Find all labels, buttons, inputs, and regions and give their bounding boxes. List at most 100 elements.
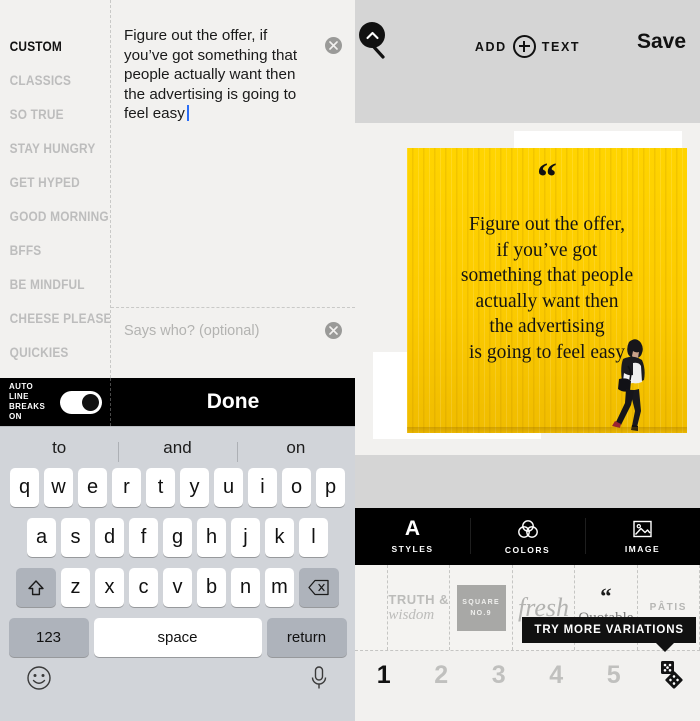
- quote-input-value: Figure out the offer, if you’ve got some…: [124, 26, 315, 124]
- key-v[interactable]: v: [163, 568, 192, 607]
- emoji-icon[interactable]: [26, 665, 52, 696]
- category-label: CLASSICS: [9, 73, 72, 88]
- category-item-classics[interactable]: CLASSICS: [0, 64, 97, 98]
- category-item-cheese-please[interactable]: CHEESE PLEASE: [0, 302, 110, 336]
- thumb-square-no-9[interactable]: SQUARE NO.9: [450, 565, 513, 650]
- variation-3[interactable]: 3: [470, 661, 528, 690]
- category-label: SO TRUE: [9, 107, 64, 122]
- done-button[interactable]: Done: [111, 378, 355, 426]
- canvas-lower-band: [355, 455, 700, 508]
- key-u[interactable]: u: [214, 468, 243, 507]
- keyboard-row-3: z x c v b n m: [0, 568, 355, 607]
- category-item-custom[interactable]: CUSTOM: [0, 30, 97, 64]
- card-quote-mark: “: [537, 154, 557, 199]
- category-label: QUICKIES: [9, 345, 69, 360]
- key-k[interactable]: k: [265, 518, 294, 557]
- category-item-good-morning[interactable]: GOOD MORNING: [0, 200, 109, 234]
- clear-quote-icon[interactable]: [325, 37, 342, 54]
- key-c[interactable]: c: [129, 568, 158, 607]
- auto-line-breaks-toggle[interactable]: AUTO LINE BREAKS ON: [0, 378, 111, 426]
- category-item-be-mindful[interactable]: BE MINDFUL: [0, 268, 97, 302]
- variation-2[interactable]: 2: [413, 661, 471, 690]
- tab-colors[interactable]: COLORS: [470, 508, 585, 565]
- key-q[interactable]: q: [10, 468, 39, 507]
- letter-a-icon: A: [404, 517, 421, 540]
- category-item-bffs[interactable]: BFFS: [0, 234, 97, 268]
- thumb-line1: TRUTH &: [388, 591, 449, 607]
- collapse-strip-button[interactable]: [359, 22, 385, 48]
- key-w[interactable]: w: [44, 468, 73, 507]
- thumb-truth-label: TRUTH & wisdom: [388, 592, 449, 624]
- suggestion-2[interactable]: and: [118, 438, 236, 462]
- key-e[interactable]: e: [78, 468, 107, 507]
- attribution-placeholder: Says who? (optional): [124, 323, 260, 339]
- key-y[interactable]: y: [180, 468, 209, 507]
- category-list[interactable]: CUSTOM CLASSICS SO TRUE STAY HUNGRY GET …: [0, 0, 111, 378]
- tab-image[interactable]: IMAGE: [585, 508, 700, 565]
- key-n[interactable]: n: [231, 568, 260, 607]
- category-label: CUSTOM: [9, 39, 62, 54]
- thumb-truth-and-wisdom[interactable]: TRUTH & wisdom: [388, 565, 451, 650]
- quote-input[interactable]: Figure out the offer, if you’ve got some…: [111, 0, 355, 308]
- key-b[interactable]: b: [197, 568, 226, 607]
- key-d[interactable]: d: [95, 518, 124, 557]
- tab-styles[interactable]: A STYLES: [355, 508, 470, 565]
- picture-icon: [633, 520, 652, 538]
- keyboard-row-1: q w e r t y u i o p: [0, 468, 355, 507]
- thumb-patis-label: PÂTIS: [649, 602, 688, 613]
- key-h[interactable]: h: [197, 518, 226, 557]
- key-p[interactable]: p: [316, 468, 345, 507]
- key-o[interactable]: o: [282, 468, 311, 507]
- keyboard-row-2: a s d f g h j k l: [0, 518, 355, 557]
- key-f[interactable]: f: [129, 518, 158, 557]
- key-x[interactable]: x: [95, 568, 124, 607]
- tab-colors-label: COLORS: [504, 544, 551, 555]
- category-item-quickies[interactable]: QUICKIES: [0, 336, 97, 370]
- attribution-input[interactable]: Says who? (optional): [111, 308, 355, 354]
- key-s[interactable]: s: [61, 518, 90, 557]
- numbers-key[interactable]: 123: [8, 618, 89, 657]
- shift-icon[interactable]: [16, 568, 56, 607]
- key-a[interactable]: a: [27, 518, 56, 557]
- key-z[interactable]: z: [61, 568, 90, 607]
- card-quote-text: Figure out the offer, if you’ve got some…: [460, 214, 634, 363]
- variation-1[interactable]: 1: [355, 661, 413, 690]
- toggle-switch[interactable]: [60, 390, 102, 414]
- quote-card[interactable]: “ Figure out the offer, if you’ve got so…: [407, 148, 687, 433]
- key-l[interactable]: l: [299, 518, 328, 557]
- backspace-icon[interactable]: [299, 568, 339, 607]
- suggestion-3[interactable]: on: [236, 438, 355, 462]
- thumb-square-box: SQUARE NO.9: [456, 584, 506, 631]
- microphone-icon[interactable]: [309, 665, 329, 696]
- key-t[interactable]: t: [146, 468, 175, 507]
- dice-shuffle-icon[interactable]: [643, 658, 700, 692]
- save-button[interactable]: Save: [637, 30, 686, 54]
- space-key[interactable]: space: [93, 618, 262, 657]
- return-key[interactable]: return: [266, 618, 347, 657]
- text-caret: [186, 105, 189, 122]
- category-item-stay-hungry[interactable]: STAY HUNGRY: [0, 132, 97, 166]
- quote-canvas[interactable]: “ Figure out the offer, if you’ve got so…: [355, 123, 700, 508]
- variation-4[interactable]: 4: [528, 661, 586, 690]
- thumb-line2: wisdom: [388, 606, 435, 623]
- category-item-get-hyped[interactable]: GET HYPED: [0, 166, 97, 200]
- tab-styles-label: STYLES: [391, 544, 434, 554]
- variation-5[interactable]: 5: [585, 661, 643, 690]
- key-g[interactable]: g: [163, 518, 192, 557]
- chevron-up-icon: [365, 31, 379, 39]
- category-label: GOOD MORNING: [9, 209, 109, 224]
- clear-attribution-icon[interactable]: [325, 322, 342, 339]
- key-m[interactable]: m: [265, 568, 294, 607]
- category-label: STAY HUNGRY: [9, 141, 96, 156]
- key-i[interactable]: i: [248, 468, 277, 507]
- text-column: Figure out the offer, if you’ve got some…: [111, 0, 355, 378]
- thumb-quote-mark: “: [600, 584, 612, 609]
- thumb-line1: SQUARE: [462, 598, 500, 606]
- suggestion-1[interactable]: to: [0, 438, 118, 458]
- on-screen-keyboard: to and on q w e r t y u i o p a s d f g …: [0, 426, 355, 721]
- key-r[interactable]: r: [112, 468, 141, 507]
- preview-pane: ADD TEXT Save “ Figure out the offer, if…: [355, 0, 700, 721]
- category-item-so-true[interactable]: SO TRUE: [0, 98, 97, 132]
- key-j[interactable]: j: [231, 518, 260, 557]
- venn-circles-icon: [517, 519, 538, 538]
